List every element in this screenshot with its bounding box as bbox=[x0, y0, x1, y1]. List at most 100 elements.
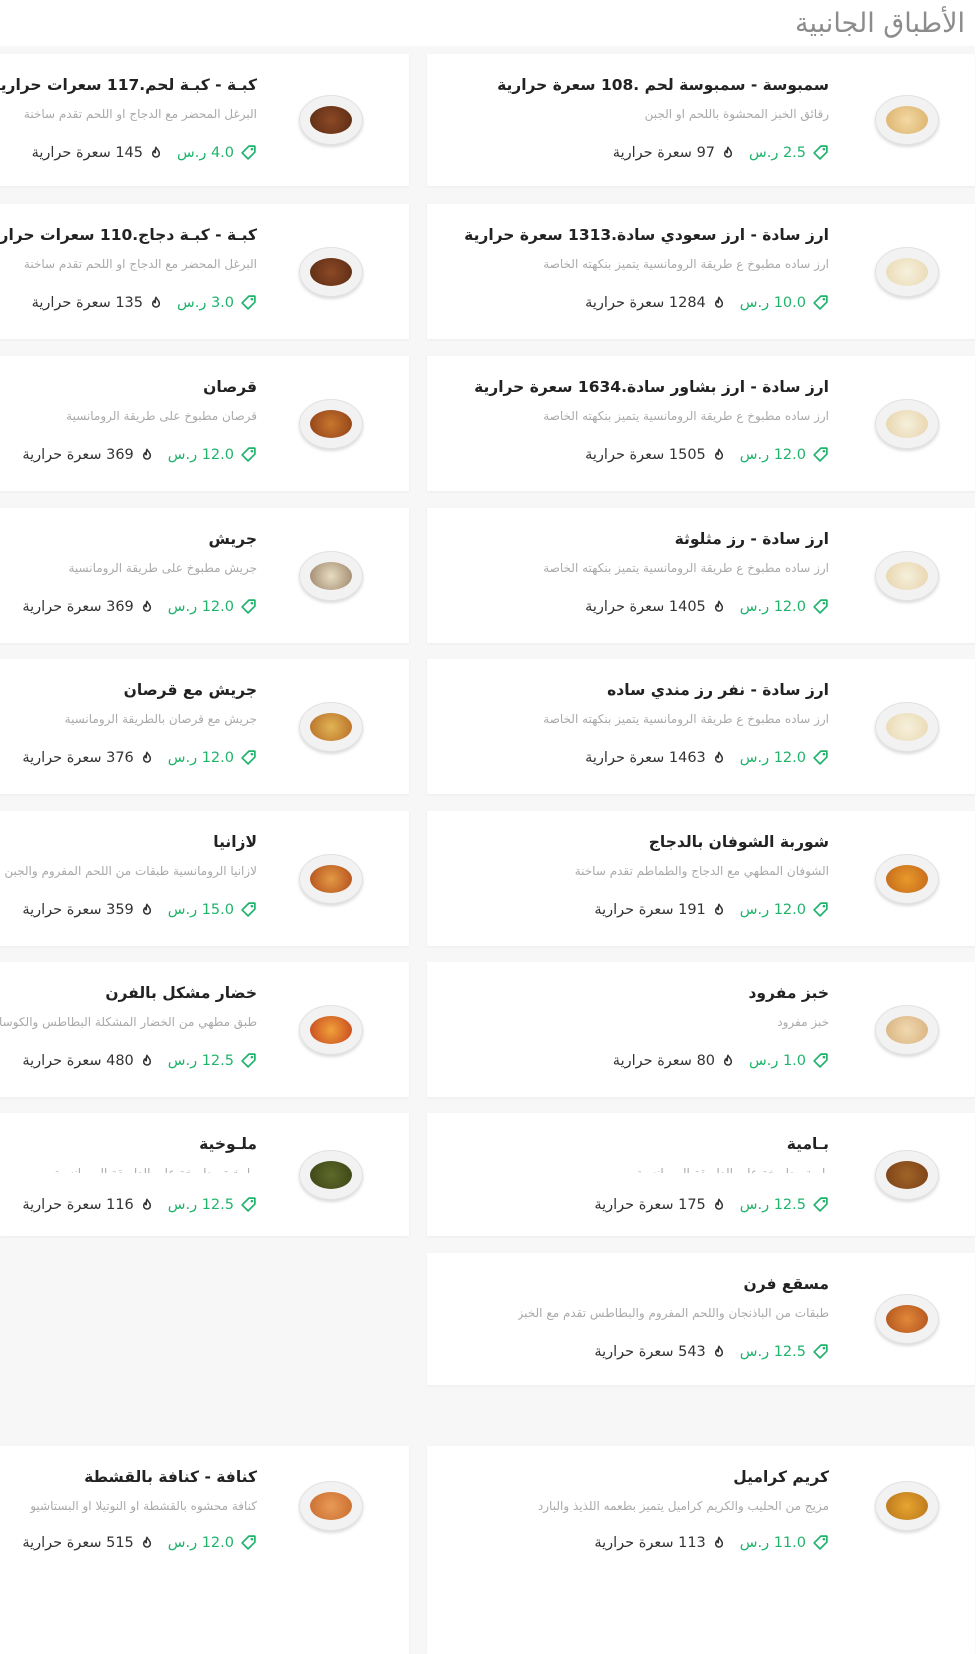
kibbeh-dish-icon bbox=[294, 234, 370, 310]
menu-item-name: كبـة - كبـة دجاج.110 سعرات حرارية bbox=[0, 226, 258, 244]
calories-flame-icon bbox=[713, 903, 727, 917]
menu-item-meta: 12.0 ر.س 1405 سعرة حرارية bbox=[586, 598, 830, 615]
price-tag-icon bbox=[241, 294, 258, 311]
menu-item-meta: 12.0 ر.س 515 سعرة حرارية bbox=[23, 1534, 258, 1551]
rice-dish-icon bbox=[870, 538, 946, 614]
menu-item-card[interactable]: سمبوسة - سمبوسة لحم .108 سعرة حرارية رقائ… bbox=[428, 54, 976, 186]
jareesh-qursan-dish-icon bbox=[294, 689, 370, 765]
menu-item-text: كريم كراميل مزيج من الحليب والكريم كراميل… bbox=[438, 1446, 830, 1654]
calories-flame-icon bbox=[713, 600, 727, 614]
menu-item-calories: 191 سعرة حرارية bbox=[595, 901, 707, 918]
menu-item-calories: 145 سعرة حرارية bbox=[32, 144, 145, 161]
menu-item-calories: 543 سعرة حرارية bbox=[595, 1343, 707, 1360]
menu-item-card[interactable]: ارز سادة - رز مثلوثة ارز ساده مطبوخ ع طري… bbox=[428, 508, 976, 643]
menu-item-text: ارز سادة - ارز سعودي سادة.1313 سعرة حرار… bbox=[438, 204, 830, 339]
menu-item-card[interactable]: خضار مشكل بالفرن طبق مطهي من الخضار المشك… bbox=[0, 962, 410, 1097]
rice-dish-icon bbox=[870, 689, 946, 765]
menu-item-name: ملـوخية bbox=[200, 1135, 258, 1153]
menu-item-description: طبقات من الباذنجان واللحم المفروم والبطا… bbox=[518, 1306, 830, 1320]
calories-flame-icon bbox=[150, 296, 164, 310]
menu-item-meta: 2.5 ر.س 97 سعرة حرارية bbox=[614, 144, 830, 161]
dish-plate bbox=[876, 399, 940, 449]
menu-item-meta: 12.0 ر.س 1463 سعرة حرارية bbox=[586, 749, 830, 766]
calories-flame-icon bbox=[713, 1536, 727, 1550]
menu-item-price: 12.0 ر.س bbox=[168, 446, 235, 463]
menu-item-card[interactable]: قرصان قرصان مطبوخ على طريقة الرومانسية 12.… bbox=[0, 356, 410, 491]
menu-item-name: جريش مع قرصان bbox=[124, 681, 258, 699]
menu-item-name: لازانيا bbox=[214, 833, 258, 851]
menu-item-name: سمبوسة - سمبوسة لحم .108 سعرة حرارية bbox=[498, 76, 830, 94]
menu-item-card[interactable]: شوربة الشوفان بالدجاج الشوفان المطهي مع ا… bbox=[428, 811, 976, 946]
menu-item-text: ملـوخية ملوخية مطبوخة على الطريقة الرومان… bbox=[0, 1113, 258, 1236]
dish-plate bbox=[876, 1481, 940, 1531]
menu-item-name: قرصان bbox=[204, 378, 258, 396]
menu-item-card[interactable]: كبـة - كبـة دجاج.110 سعرات حرارية البرغل … bbox=[0, 204, 410, 339]
price-tag-icon bbox=[813, 598, 830, 615]
menu-item-card[interactable]: جريش مع قرصان جريش مع قرصان بالطريقة الرو… bbox=[0, 659, 410, 794]
menu-item-meta: 1.0 ر.س 80 سعرة حرارية bbox=[614, 1052, 830, 1069]
bread-icon bbox=[870, 992, 946, 1068]
menu-item-meta: 12.0 ر.س 369 سعرة حرارية bbox=[23, 446, 258, 463]
calories-flame-icon bbox=[713, 448, 727, 462]
price-tag-icon bbox=[813, 1534, 830, 1551]
menu-item-text: خبز مفرود خبز مفرود 1.0 ر.س 80 سعرة حرارية bbox=[438, 962, 830, 1097]
menu-item-description: ارز ساده مطبوخ ع طريقة الرومانسية يتميز … bbox=[544, 712, 830, 726]
dish-plate bbox=[300, 551, 364, 601]
menu-item-card[interactable]: كريم كراميل مزيج من الحليب والكريم كراميل… bbox=[428, 1446, 976, 1654]
menu-item-meta: 12.0 ر.س 369 سعرة حرارية bbox=[23, 598, 258, 615]
menu-item-text: جريش جريش مطبوخ على طريقة الرومانسية 12.0 … bbox=[0, 508, 258, 643]
menu-item-text: خضار مشكل بالفرن طبق مطهي من الخضار المشك… bbox=[0, 962, 258, 1097]
menu-item-calories: 369 سعرة حرارية bbox=[23, 446, 135, 463]
dish-plate bbox=[876, 247, 940, 297]
dish-plate bbox=[300, 1005, 364, 1055]
samosa-dish-icon bbox=[870, 82, 946, 158]
menu-item-name: ارز سادة - رز مثلوثة bbox=[675, 530, 830, 548]
menu-item-price: 12.5 ر.س bbox=[740, 1196, 807, 1213]
menu-item-text: كبـة - كبـة لحم.117 سعرات حرارية البرغل ا… bbox=[0, 54, 258, 186]
menu-item-calories: 1505 سعرة حرارية bbox=[586, 446, 707, 463]
menu-item-card[interactable]: لازانيا لازانيا الرومانسية طبقات من اللحم… bbox=[0, 811, 410, 946]
price-tag-icon bbox=[241, 144, 258, 161]
creme-caramel-icon bbox=[870, 1468, 946, 1544]
menu-item-card[interactable]: مسقع فرن طبقات من الباذنجان واللحم المفرو… bbox=[428, 1253, 976, 1385]
menu-item-text: جريش مع قرصان جريش مع قرصان بالطريقة الرو… bbox=[0, 659, 258, 794]
menu-item-description: البرغل المحضر مع الدجاج او اللحم تقدم سا… bbox=[24, 107, 258, 121]
page-title: الأطباق الجانبية bbox=[796, 8, 966, 39]
calories-flame-icon bbox=[141, 1054, 155, 1068]
menu-item-card[interactable]: ارز سادة - ارز بشاور سادة.1634 سعرة حرار… bbox=[428, 356, 976, 491]
menu-item-description: جريش مع قرصان بالطريقة الرومانسية bbox=[65, 712, 258, 726]
menu-item-calories: 97 سعرة حرارية bbox=[613, 144, 717, 161]
menu-item-meta: 12.0 ر.س 1505 سعرة حرارية bbox=[586, 446, 830, 463]
menu-item-meta: 11.0 ر.س 113 سعرة حرارية bbox=[595, 1534, 830, 1551]
menu-item-card[interactable]: ملـوخية ملوخية مطبوخة على الطريقة الرومان… bbox=[0, 1113, 410, 1236]
price-tag-icon bbox=[813, 749, 830, 766]
menu-item-name: مسقع فرن bbox=[744, 1275, 830, 1293]
menu-item-calories: 1463 سعرة حرارية bbox=[586, 749, 707, 766]
menu-item-card[interactable]: جريش جريش مطبوخ على طريقة الرومانسية 12.0 … bbox=[0, 508, 410, 643]
price-tag-icon bbox=[241, 1052, 258, 1069]
menu-item-text: كنافة - كنافة بالقشطة كنافة محشوه بالقشطة… bbox=[0, 1446, 258, 1654]
menu-item-card[interactable]: كبـة - كبـة لحم.117 سعرات حرارية البرغل ا… bbox=[0, 54, 410, 186]
menu-item-description: ملوخية مطبوخة على الطريقة الرومانسية bbox=[54, 1166, 258, 1173]
menu-item-name: خبز مفرود bbox=[749, 984, 830, 1002]
menu-item-card[interactable]: بـامية بامية مطبوخة على الطريقة الرومانسي… bbox=[428, 1113, 976, 1236]
calories-flame-icon bbox=[141, 448, 155, 462]
menu-item-card[interactable]: كنافة - كنافة بالقشطة كنافة محشوه بالقشطة… bbox=[0, 1446, 410, 1654]
calories-flame-icon bbox=[713, 1345, 727, 1359]
dish-plate bbox=[876, 854, 940, 904]
menu-item-meta: 12.5 ر.س 543 سعرة حرارية bbox=[595, 1343, 830, 1360]
menu-item-price: 12.5 ر.س bbox=[168, 1196, 235, 1213]
price-tag-icon bbox=[813, 901, 830, 918]
menu-item-name: ارز سادة - ارز بشاور سادة.1634 سعرة حرار… bbox=[475, 378, 830, 396]
menu-item-card[interactable]: ارز سادة - نفر رز مندي ساده ارز ساده مطبو… bbox=[428, 659, 976, 794]
menu-item-card[interactable]: ارز سادة - ارز سعودي سادة.1313 سعرة حرار… bbox=[428, 204, 976, 339]
menu-item-card[interactable]: خبز مفرود خبز مفرود 1.0 ر.س 80 سعرة حرارية bbox=[428, 962, 976, 1097]
menu-item-name: خضار مشكل بالفرن bbox=[106, 984, 258, 1002]
menu-item-description: رقائق الخبز المحشوة باللحم او الجبن bbox=[645, 107, 830, 121]
menu-item-calories: 116 سعرة حرارية bbox=[23, 1196, 135, 1213]
menu-item-description: جريش مطبوخ على طريقة الرومانسية bbox=[69, 561, 258, 575]
calories-flame-icon bbox=[141, 1198, 155, 1212]
menu-item-text: سمبوسة - سمبوسة لحم .108 سعرة حرارية رقائ… bbox=[438, 54, 830, 186]
dish-plate bbox=[300, 95, 364, 145]
lasagna-dish-icon bbox=[294, 841, 370, 917]
